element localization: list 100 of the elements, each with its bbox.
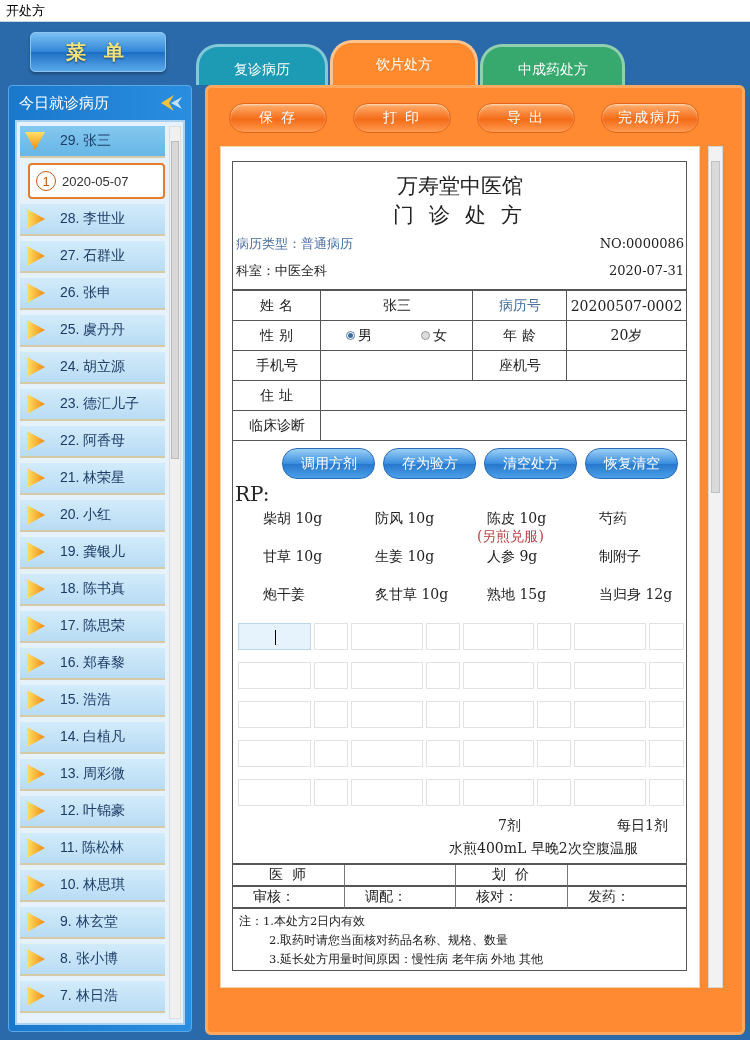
patient-item[interactable]: 16. 郑春黎 [20, 648, 165, 680]
entry-cell[interactable] [314, 701, 348, 728]
patient-item[interactable]: 13. 周彩微 [20, 759, 165, 791]
patient-item[interactable]: 8. 张小博 [20, 944, 165, 976]
entry-cell[interactable] [314, 779, 348, 806]
entry-cell[interactable] [426, 623, 460, 650]
caret-right-icon [24, 282, 46, 304]
entry-cell[interactable] [314, 662, 348, 689]
caret-right-icon [24, 393, 46, 415]
patient-item[interactable]: 14. 白植凡 [20, 722, 165, 754]
action-button[interactable]: 清空处方 [484, 448, 577, 479]
entry-cell[interactable] [463, 779, 534, 806]
patient-item[interactable]: 25. 虞丹丹 [20, 315, 165, 347]
patient-item[interactable]: 27. 石群业 [20, 241, 165, 273]
entry-cell[interactable] [351, 662, 423, 689]
entry-cell[interactable] [426, 701, 460, 728]
entry-cell[interactable] [574, 779, 646, 806]
entry-cell[interactable] [537, 740, 571, 767]
signature-label: 核对： [456, 887, 568, 909]
entry-cell[interactable] [238, 779, 311, 806]
field-label: 姓 名 [233, 291, 321, 321]
sex-radio[interactable]: 女 [421, 326, 448, 345]
caret-right-icon [24, 504, 46, 526]
entry-cell[interactable] [351, 740, 423, 767]
doctor-field[interactable] [345, 865, 456, 887]
patient-item[interactable]: 11. 陈松林 [20, 833, 165, 865]
entry-cell[interactable] [463, 701, 534, 728]
entry-cell[interactable] [649, 701, 684, 728]
herb-entry: 柴胡 10g [263, 510, 323, 526]
patient-item[interactable]: 18. 陈书真 [20, 574, 165, 606]
panel-title: 今日就诊病历 [19, 93, 109, 113]
entry-cell[interactable] [463, 740, 534, 767]
entry-cell[interactable] [649, 662, 684, 689]
note-line: 2.取药时请您当面核对药品名称、规格、数量 [268, 932, 509, 949]
patient-item[interactable]: 29. 张三 [20, 126, 165, 158]
patient-item[interactable]: 22. 阿香母 [20, 426, 165, 458]
signature-label: 调配： [345, 887, 456, 909]
entry-cell[interactable] [238, 662, 311, 689]
patient-item[interactable]: 28. 李世业 [20, 204, 165, 236]
entry-cell[interactable] [426, 662, 460, 689]
entry-cell[interactable] [351, 623, 423, 650]
entry-cell[interactable] [463, 662, 534, 689]
caret-right-icon [24, 985, 46, 1007]
caret-right-icon [24, 652, 46, 674]
patient-item[interactable]: 20. 小红 [20, 500, 165, 532]
herb-entry: 人参 9g [487, 548, 538, 564]
patient-item[interactable]: 9. 林玄堂 [20, 907, 165, 939]
entry-cell[interactable] [537, 701, 571, 728]
patient-age: 20岁 [567, 321, 686, 351]
caret-right-icon [24, 911, 46, 933]
patient-item[interactable]: 26. 张申 [20, 278, 165, 310]
entry-cell[interactable] [649, 779, 684, 806]
entry-cell[interactable] [351, 701, 423, 728]
patient-item[interactable]: 10. 林思琪 [20, 870, 165, 902]
herb-entry: 生姜 10g [375, 548, 435, 564]
patient-item[interactable]: 23. 德汇儿子 [20, 389, 165, 421]
patient-item[interactable]: 12. 叶锦豪 [20, 796, 165, 828]
caret-right-icon [24, 245, 46, 267]
caret-right-icon [24, 541, 46, 563]
entry-cell[interactable] [314, 623, 348, 650]
herb-entry: 制附子 [599, 548, 641, 564]
visit-item[interactable]: 1 2020-05-07 [28, 163, 165, 199]
entry-cell[interactable] [426, 779, 460, 806]
entry-cell[interactable] [238, 623, 311, 650]
entry-cell[interactable] [574, 701, 646, 728]
dose-frequency: 每日1剂 [616, 816, 668, 835]
dose-count: 7剂 [498, 816, 521, 835]
patient-item[interactable]: 15. 浩浩 [20, 685, 165, 717]
entry-cell[interactable] [537, 779, 571, 806]
patient-item[interactable]: 17. 陈思荣 [20, 611, 165, 643]
entry-cell[interactable] [537, 623, 571, 650]
patient-item[interactable]: 7. 林日浩 [20, 981, 165, 1013]
caret-right-icon [24, 948, 46, 970]
action-button[interactable]: 调用方剂 [282, 448, 375, 479]
action-button[interactable]: 存为验方 [383, 448, 476, 479]
record-number: 20200507-0002 [567, 291, 686, 321]
sex-radio[interactable]: 男 [345, 326, 372, 345]
signature-label: 发药： [568, 887, 686, 909]
entry-cell[interactable] [574, 662, 646, 689]
window-title: 开处方 [6, 1, 45, 20]
patient-item[interactable]: 21. 林荣星 [20, 463, 165, 495]
entry-cell[interactable] [238, 701, 311, 728]
entry-cell[interactable] [649, 623, 684, 650]
scrollbar[interactable] [169, 126, 181, 1019]
action-button[interactable]: 恢复清空 [585, 448, 678, 479]
entry-cell[interactable] [574, 740, 646, 767]
entry-cell[interactable] [351, 779, 423, 806]
patient-item[interactable]: 19. 龚银儿 [20, 537, 165, 569]
mobile-field[interactable] [321, 351, 473, 381]
patient-item[interactable]: 24. 胡立源 [20, 352, 165, 384]
entry-cell[interactable] [426, 740, 460, 767]
entry-cell[interactable] [314, 740, 348, 767]
herb-entry: 防风 10g [375, 510, 435, 526]
scrollbar[interactable] [708, 146, 723, 988]
caret-right-icon [24, 208, 46, 230]
entry-cell[interactable] [463, 623, 534, 650]
entry-cell[interactable] [649, 740, 684, 767]
entry-cell[interactable] [574, 623, 646, 650]
entry-cell[interactable] [238, 740, 311, 767]
entry-cell[interactable] [537, 662, 571, 689]
